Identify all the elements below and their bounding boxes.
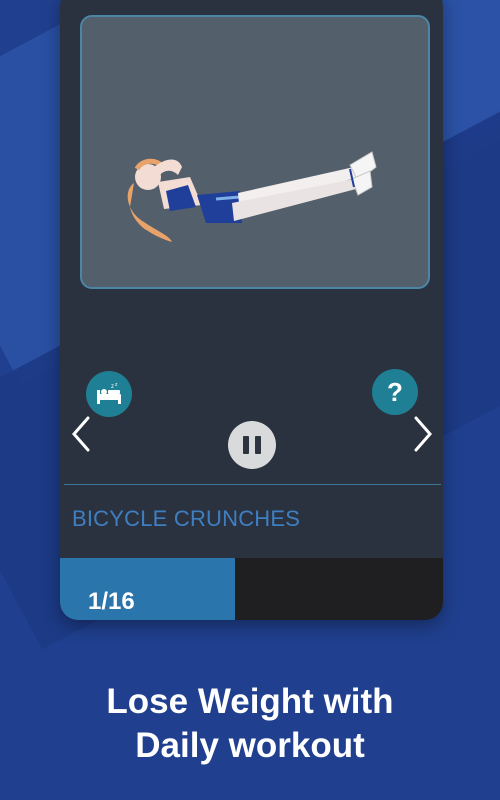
exercise-progress-bar: 1/16 (60, 558, 443, 620)
svg-text:z: z (111, 384, 114, 390)
pause-icon (240, 436, 264, 454)
chevron-left-icon (72, 416, 90, 452)
progress-fill (60, 558, 236, 620)
exercise-title: BICYCLE CRUNCHES (72, 506, 301, 531)
sleep-bed-icon: z z (97, 382, 121, 404)
next-exercise-button[interactable] (406, 414, 438, 454)
svg-text:z: z (115, 382, 118, 388)
exercise-illustration (127, 151, 377, 242)
rest-button[interactable]: z z (86, 371, 132, 417)
exercise-animation[interactable] (80, 15, 430, 289)
promo-headline: Lose Weight with Daily workout (0, 680, 500, 768)
chevron-right-icon (414, 416, 432, 452)
divider (64, 484, 441, 485)
pause-button[interactable] (228, 421, 276, 469)
workout-card: z z ? BICYCLE CRUNCHES 1/16 (60, 0, 443, 620)
promo-line-2: Daily workout (135, 726, 365, 765)
help-label: ? (387, 376, 403, 407)
help-button[interactable]: ? (372, 369, 418, 415)
exercise-counter: 1/16 (88, 588, 135, 615)
promo-line-1: Lose Weight with (106, 682, 394, 721)
previous-exercise-button[interactable] (66, 414, 98, 454)
